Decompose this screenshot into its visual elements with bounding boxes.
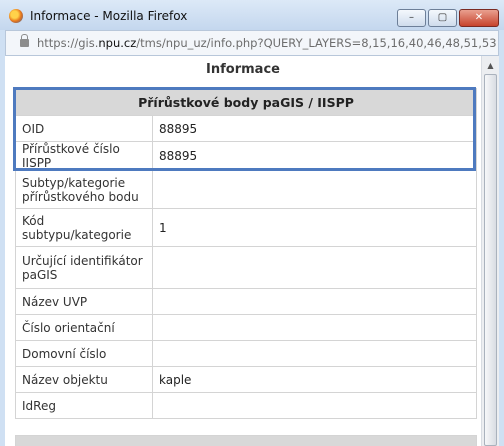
close-button[interactable]: ✕ xyxy=(459,9,499,27)
firefox-icon xyxy=(9,9,23,23)
row-label: Číslo orientační xyxy=(15,314,153,341)
next-section-header xyxy=(15,435,477,446)
page-heading: Informace xyxy=(206,62,280,77)
table-row: Číslo orientační xyxy=(15,314,477,341)
row-label: OID xyxy=(15,115,153,142)
table-row: Název objektu kaple xyxy=(15,366,477,393)
row-value: 88895 xyxy=(152,115,477,142)
table-row: Kód subtypu/kategorie 1 xyxy=(15,208,477,247)
url-rest: /tms/npu_uz/info.php?QUERY_LAYERS=8,15,1… xyxy=(136,36,497,50)
table-row: OID 88895 xyxy=(15,115,477,142)
row-label: IdReg xyxy=(15,392,153,419)
browser-window: Informace - Mozilla Firefox – ▢ ✕ https:… xyxy=(0,0,504,446)
row-value xyxy=(152,288,477,315)
title-bar[interactable]: Informace - Mozilla Firefox – ▢ ✕ xyxy=(0,0,504,30)
url-domain: npu.cz xyxy=(98,36,137,50)
row-value: 1 xyxy=(152,208,477,247)
table-row: Subtyp/kategorie přírůstkového bodu xyxy=(15,170,477,209)
address-bar[interactable]: https://gis.npu.cz/tms/npu_uz/info.php?Q… xyxy=(5,30,499,56)
row-value: kaple xyxy=(152,366,477,393)
table-row: IdReg xyxy=(15,392,477,419)
row-label: Název objektu xyxy=(15,366,153,393)
lock-icon xyxy=(20,34,29,47)
row-label: Název UVP xyxy=(15,288,153,315)
row-label: Subtyp/kategorie přírůstkového bodu xyxy=(15,170,153,209)
table-row: Domovní číslo xyxy=(15,340,477,367)
table-row: Přírůstkové číslo IISPP 88895 xyxy=(15,141,477,171)
page-content: Informace Přírůstkové body paGIS / IISPP… xyxy=(5,56,499,446)
row-value xyxy=(152,246,477,289)
row-value xyxy=(152,340,477,367)
table-row: Název UVP xyxy=(15,288,477,315)
window-title: Informace - Mozilla Firefox xyxy=(30,9,188,23)
row-label: Určující identifikátor paGIS xyxy=(15,246,153,289)
scroll-thumb[interactable] xyxy=(484,74,497,446)
row-label: Přírůstkové číslo IISPP xyxy=(15,141,153,171)
table-title: Přírůstkové body paGIS / IISPP xyxy=(15,88,477,116)
row-value xyxy=(152,314,477,341)
url-prefix: https://gis. xyxy=(37,36,99,50)
info-table: Přírůstkové body paGIS / IISPP OID 88895… xyxy=(15,88,477,419)
row-value xyxy=(152,170,477,209)
scroll-up-icon[interactable]: ▲ xyxy=(483,58,498,73)
table-header-row: Přírůstkové body paGIS / IISPP xyxy=(15,88,477,116)
minimize-button[interactable]: – xyxy=(397,9,426,27)
url-text[interactable]: https://gis.npu.cz/tms/npu_uz/info.php?Q… xyxy=(37,36,497,50)
row-value xyxy=(152,392,477,419)
row-value: 88895 xyxy=(152,141,477,171)
maximize-button[interactable]: ▢ xyxy=(428,9,457,27)
row-label: Domovní číslo xyxy=(15,340,153,367)
vertical-scrollbar[interactable]: ▲ xyxy=(481,56,499,446)
table-row: Určující identifikátor paGIS xyxy=(15,246,477,289)
row-label: Kód subtypu/kategorie xyxy=(15,208,153,247)
